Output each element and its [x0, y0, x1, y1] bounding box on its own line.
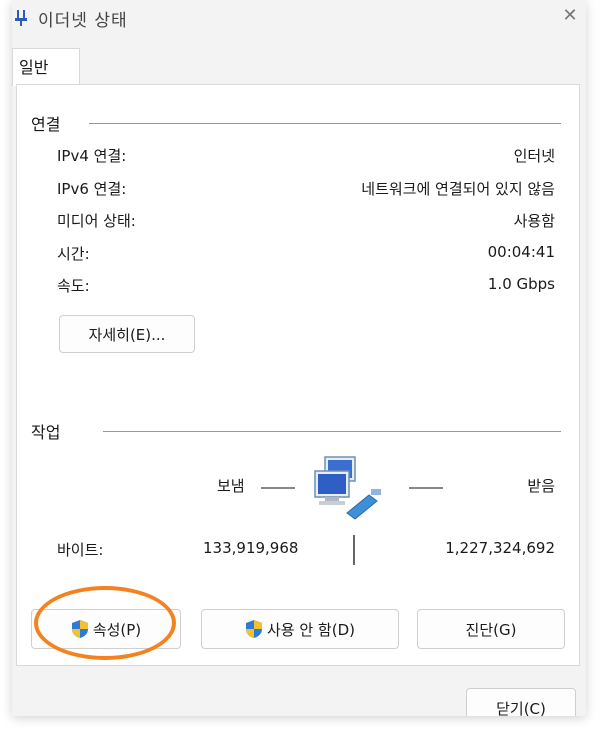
details-button[interactable]: 자세히(E)...	[59, 315, 195, 353]
diagnose-button-label: 진단(G)	[465, 620, 517, 639]
duration-label: 시간:	[57, 245, 90, 263]
media-state-value: 사용함	[513, 212, 555, 230]
close-button-label: 닫기(C)	[496, 699, 546, 717]
ethernet-status-window: 이더넷 상태 ✕ 일반 연결 IPv4 연결: 인터넷 IPv6 연결: 네트워…	[12, 0, 586, 716]
duration-value: 00:04:41	[487, 243, 555, 261]
bytes-label: 바이트:	[57, 541, 104, 559]
window-title: 이더넷 상태	[38, 11, 128, 31]
general-panel: 연결 IPv4 연결: 인터넷 IPv6 연결: 네트워크에 연결되어 있지 않…	[16, 84, 580, 666]
network-computers-icon	[314, 456, 381, 520]
ipv6-label: IPv6 연결:	[57, 180, 127, 198]
title-bar[interactable]: 이더넷 상태 ✕	[12, 0, 586, 42]
connection-heading: 연결	[31, 115, 61, 134]
activity-heading: 작업	[31, 423, 61, 442]
bytes-sent-value: 133,919,968	[203, 539, 299, 557]
close-icon[interactable]: ✕	[558, 4, 582, 28]
diagnose-button[interactable]: 진단(G)	[417, 609, 565, 649]
sent-dash	[261, 487, 295, 489]
tab-general[interactable]: 일반	[12, 48, 80, 86]
connection-divider	[89, 123, 561, 124]
close-button[interactable]: 닫기(C)	[466, 688, 576, 716]
details-button-label: 자세히(E)...	[88, 325, 166, 344]
sent-label: 보냄	[217, 477, 245, 495]
properties-button-label: 속성(P)	[92, 620, 142, 639]
activity-divider	[103, 431, 561, 432]
speed-label: 속도:	[57, 277, 90, 295]
received-dash	[409, 487, 443, 489]
ipv4-label: IPv4 연결:	[57, 147, 127, 165]
ipv6-value: 네트워크에 연결되어 있지 않음	[361, 180, 555, 198]
bytes-received-value: 1,227,324,692	[445, 539, 555, 557]
properties-button[interactable]: 속성(P)	[31, 609, 181, 649]
disable-button-label: 사용 안 함(D)	[267, 620, 355, 639]
uac-shield-icon	[71, 620, 88, 638]
received-label: 받음	[527, 477, 555, 495]
media-state-label: 미디어 상태:	[57, 212, 136, 230]
ipv4-value: 인터넷	[513, 147, 555, 165]
uac-shield-icon	[246, 620, 262, 638]
speed-value: 1.0 Gbps	[487, 275, 555, 293]
bytes-divider	[353, 535, 355, 565]
network-adapter-icon	[15, 10, 27, 26]
disable-button[interactable]: 사용 안 함(D)	[201, 609, 399, 649]
